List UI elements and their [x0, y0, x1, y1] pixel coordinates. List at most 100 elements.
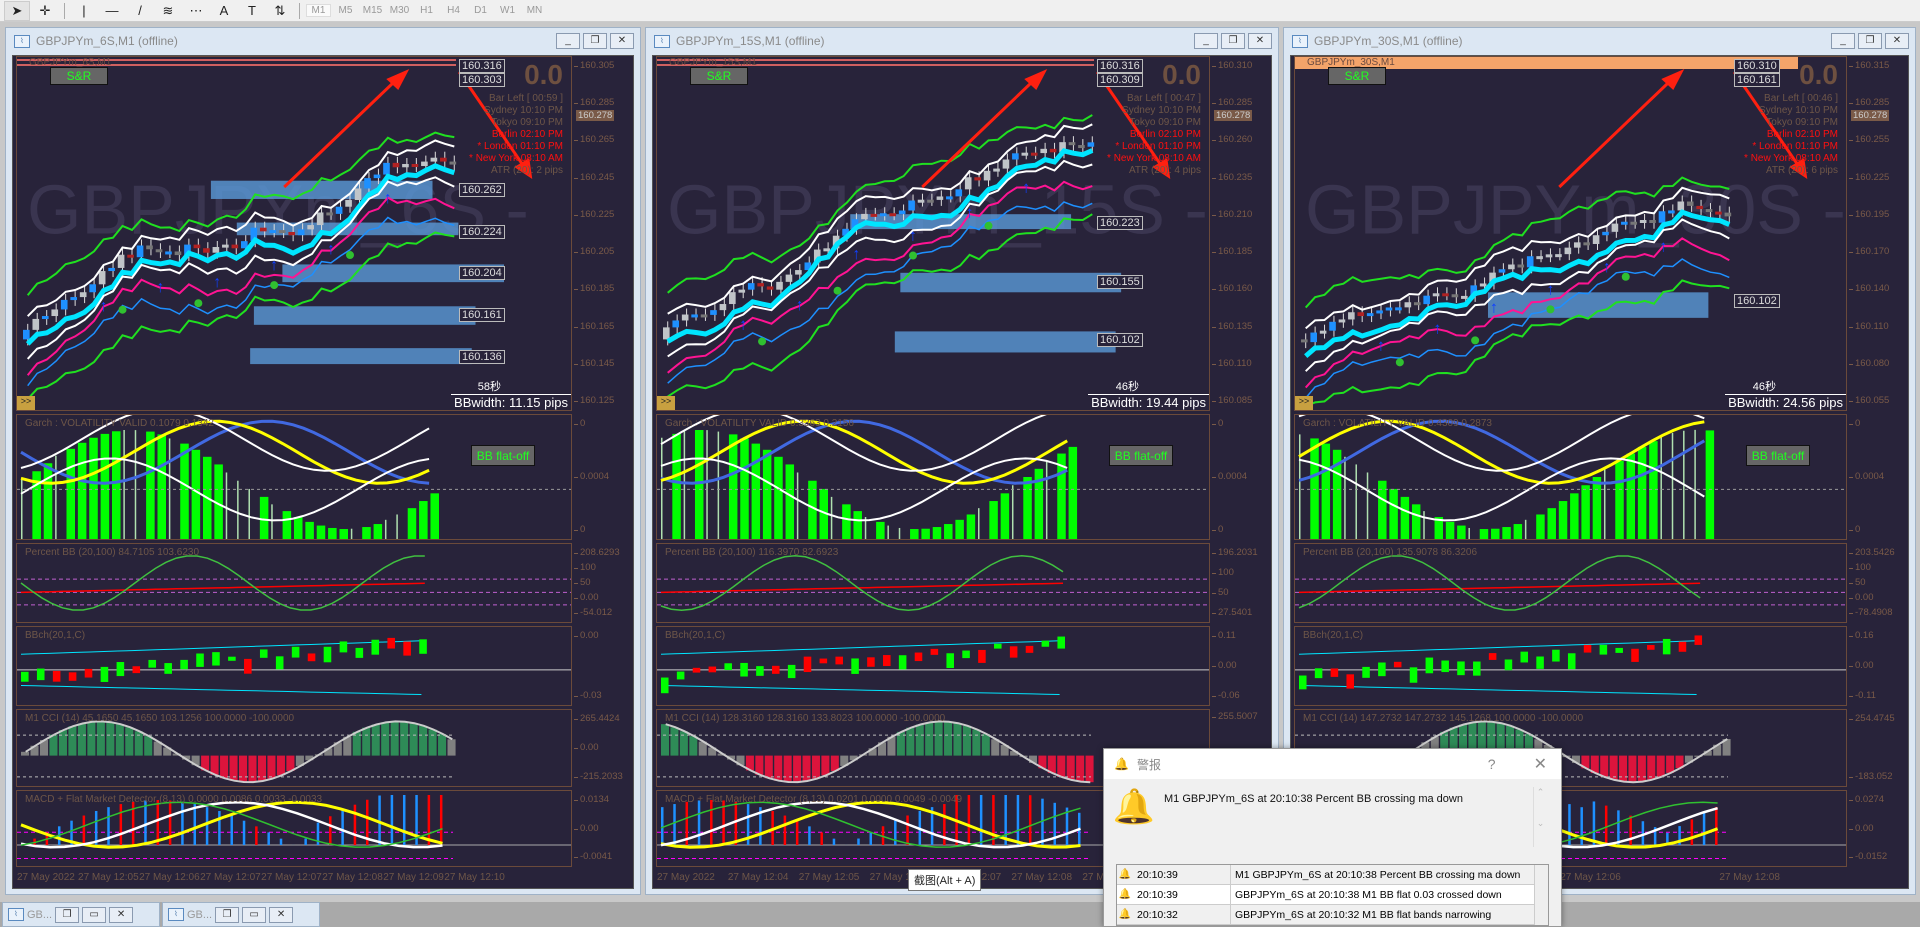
percent-bb-pane-axis[interactable]: 203.5426 100 50 0.00 -78.4908 — [1849, 543, 1909, 623]
cci-bar — [239, 755, 248, 783]
restore-button[interactable]: ❐ — [215, 906, 240, 923]
signal-dot — [118, 305, 127, 314]
cci-pane-axis[interactable]: 254.4745 -183.052 — [1849, 709, 1909, 787]
help-button[interactable]: ? — [1488, 756, 1496, 772]
garch-pane-plot[interactable]: Garch : VOLATILITY VALID 0.1079 0.1342 BB… — [16, 414, 572, 540]
price-level-label: 160.310 — [1734, 59, 1780, 73]
minimized-window[interactable]: ⌇ GB... ❐ ▭ ✕ — [162, 902, 320, 927]
bbch-pane-axis[interactable]: 0.11 0.00 -0.06 — [1212, 626, 1272, 706]
crosshair-icon[interactable]: ✛ — [32, 1, 58, 21]
price-pane-plot[interactable]: GBPJPYm_15S - ↑ ↑ ↑ ↑ ↑ ↑ GBPJPYm_15S,M1 S&R >> 16… — [656, 56, 1210, 411]
sr-button[interactable]: S&R — [690, 67, 748, 85]
price-pane-axis[interactable]: 160.305 160.285 160.265 160.245 160.225 160.2… — [573, 56, 634, 411]
sr-button[interactable]: S&R — [1328, 67, 1386, 85]
axis-tick: 160.255 — [1848, 134, 1890, 146]
volatility-bar — [910, 529, 919, 539]
bb-flat-off-button[interactable]: BB flat-off — [1746, 445, 1810, 466]
timeframe-m5[interactable]: M5 — [333, 5, 358, 16]
bbch-lower — [660, 685, 1060, 695]
timeframe-w1[interactable]: W1 — [495, 5, 520, 16]
close-button[interactable]: ✕ — [109, 906, 134, 923]
timeframe-h1[interactable]: H1 — [414, 5, 439, 16]
restore-button[interactable]: ❐ — [1858, 33, 1882, 49]
bbch-pane-plot[interactable]: BBch(20,1,C) — [1294, 626, 1847, 706]
label-icon[interactable]: T — [239, 1, 265, 21]
macd-pane-axis[interactable]: 0.0134 0.00 -0.0041 — [573, 790, 634, 867]
channel-icon[interactable]: ⋯ — [183, 1, 209, 21]
price-pane-plot[interactable]: GBPJPYm_6S - ↑ ↑ ↑ ↑ ↑ ↑ GBPJPYm_6S,M1 S&R >> 160.… — [16, 56, 572, 411]
vline-icon[interactable]: | — [71, 1, 97, 21]
bbch-pane-plot[interactable]: BBch(20,1,C) — [16, 626, 572, 706]
alert-row[interactable]: 🔔 20:10:39 M1 GBPJPYm_6S at 20:10:38 Perce… — [1117, 864, 1548, 885]
chart-area[interactable]: GBPJPYm_6S - ↑ ↑ ↑ ↑ ↑ ↑ GBPJPYm_6S,M1 S&R >> 160.… — [12, 55, 634, 889]
message-scrollbar[interactable]: ⌃ ⌄ — [1533, 787, 1547, 847]
timeframe-m15[interactable]: M15 — [360, 5, 385, 16]
bbch-bar — [148, 659, 157, 668]
timeframe-m1[interactable]: M1 — [306, 4, 331, 17]
bb-flat-off-button[interactable]: BB flat-off — [1109, 445, 1173, 466]
garch-pane-plot[interactable]: Garch : VOLATILITY VALID 0.4309 0.2873 BB… — [1294, 414, 1847, 540]
alert-row[interactable]: 🔔 20:10:39 GBPJPYm_6S at 20:10:38 M1 BB fl… — [1117, 884, 1548, 905]
percent-bb-pane-plot[interactable]: Percent BB (20,100) 135.9078 86.3206 — [1294, 543, 1847, 623]
percent-bb-pane-plot[interactable]: Percent BB (20,100) 84.7105 103.6230 — [16, 543, 572, 623]
close-button[interactable]: ✕ — [610, 33, 634, 49]
price-pane-axis[interactable]: 160.315 160.285 160.255 160.225 160.195 160.1… — [1848, 56, 1909, 411]
bbch-pane-plot[interactable]: BBch(20,1,C) — [656, 626, 1210, 706]
restore-button[interactable]: ❐ — [1221, 33, 1245, 49]
minimize-button[interactable]: _ — [1831, 33, 1855, 49]
cci-pane-axis[interactable]: 265.4424 0.00 -215.2033 — [574, 709, 634, 787]
garch-pane-axis[interactable]: 0 0.0004 0 — [573, 414, 634, 540]
bbch-pane-axis[interactable]: 0.00 -0.03 — [574, 626, 634, 706]
close-button[interactable]: ✕ — [1885, 33, 1909, 49]
maximize-button[interactable]: ▭ — [82, 906, 107, 923]
alert-list-scrollbar[interactable] — [1534, 865, 1548, 925]
percent-bb-pane-axis[interactable]: 196.2031 100 50 27.5401 — [1211, 543, 1272, 623]
cursor-icon[interactable]: ➤ — [4, 0, 30, 21]
close-button[interactable]: ✕ — [269, 906, 294, 923]
minimize-button[interactable]: _ — [1194, 33, 1218, 49]
candle — [861, 213, 868, 220]
garch-pane-axis[interactable]: 0 0.0004 0 — [1211, 414, 1272, 540]
text-icon[interactable]: A — [211, 1, 237, 21]
cci-bar — [689, 736, 698, 756]
timeframe-h4[interactable]: H4 — [441, 5, 466, 16]
cci-pane-plot[interactable]: M1 CCI (14) 45.1650 45.1650 103.1256 100… — [16, 709, 572, 787]
percent-bb-pane-axis[interactable]: 208.6293 100 50 0.00 -54.012 — [573, 543, 634, 623]
minimized-window[interactable]: ⌇ GB... ❐ ▭ ✕ — [2, 902, 160, 927]
alert-row[interactable]: 🔔 20:10:32 GBPJPYm_6S at 20:10:32 M1 BB fl… — [1117, 904, 1548, 925]
timeframe-m30[interactable]: M30 — [387, 5, 412, 16]
arrows-icon[interactable]: ⇅ — [267, 1, 293, 21]
expand-button[interactable]: >> — [17, 396, 35, 410]
timeframe-mn[interactable]: MN — [522, 5, 547, 16]
restore-button[interactable]: ❐ — [55, 906, 80, 923]
macd-pane-plot[interactable]: MACD + Flat Market Detector (8,13) 0.000… — [16, 790, 572, 867]
percent-bb-pane-plot[interactable]: Percent BB (20,100) 116.3970 82.6923 — [656, 543, 1210, 623]
price-pane-plot[interactable]: GBPJPYm_30S - ↑ ↑ ↑ ↑ ↑ ↑ GBPJPYm_30S,M1 S&R >> 16… — [1294, 56, 1847, 411]
garch-pane-axis[interactable]: 0 0.0004 0 — [1848, 414, 1909, 540]
fibo-icon[interactable]: ≋ — [155, 1, 181, 21]
bbch-pane-axis[interactable]: 0.16 0.00 -0.11 — [1849, 626, 1909, 706]
window-titlebar[interactable]: ⌇ GBPJPYm_6S,M1 (offline) _ ❐ ✕ — [6, 28, 640, 54]
macd-pane-axis[interactable]: 0.0274 0.00 -0.0152 — [1848, 790, 1909, 867]
minimize-button[interactable]: _ — [556, 33, 580, 49]
expand-button[interactable]: >> — [1295, 396, 1313, 410]
maximize-button[interactable]: ▭ — [242, 906, 267, 923]
price-pane-axis[interactable]: 160.310 160.285 160.260 160.235 160.210 160.1… — [1211, 56, 1272, 411]
expand-button[interactable]: >> — [657, 396, 675, 410]
window-titlebar[interactable]: ⌇ GBPJPYm_30S,M1 (offline) _ ❐ ✕ — [1284, 28, 1915, 54]
hline-icon[interactable]: — — [99, 1, 125, 21]
cci-bar — [362, 727, 371, 756]
close-button[interactable]: ✕ — [1248, 33, 1272, 49]
close-button[interactable]: ✕ — [1534, 754, 1547, 774]
sr-button[interactable]: S&R — [50, 67, 108, 85]
window-titlebar[interactable]: ⌇ GBPJPYm_15S,M1 (offline) _ ❐ ✕ — [646, 28, 1278, 54]
trendline-icon[interactable]: / — [127, 1, 153, 21]
restore-button[interactable]: ❐ — [583, 33, 607, 49]
timeframe-d1[interactable]: D1 — [468, 5, 493, 16]
bbch-bar — [84, 668, 93, 678]
atr-value: ATR (20): 2 pips — [490, 165, 563, 176]
volatility-bar — [1310, 438, 1319, 539]
price-level-label: 160.161 — [459, 308, 505, 323]
bb-flat-off-button[interactable]: BB flat-off — [471, 445, 535, 466]
garch-pane-plot[interactable]: Garch : VOLATILITY VALID 0.3363 0.2156 BB… — [656, 414, 1210, 540]
